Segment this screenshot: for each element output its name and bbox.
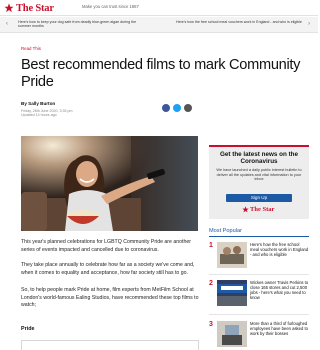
most-popular-item[interactable]: 2 Wickes owner Travis Perkins to close 1… <box>209 278 309 312</box>
article-dates: Friday, 26th June 2020, 3:35 pm Updated … <box>21 109 72 118</box>
article-paragraph: They take place annually to celebrate ho… <box>21 262 195 276</box>
thumbnail-image <box>217 321 247 347</box>
article-paragraph: This year's planned celebrations for LGB… <box>21 239 191 253</box>
article-paragraph: So, to help people mark Pride at home, f… <box>21 287 199 308</box>
newsletter-signup-box: Get the latest news on the Coronavirus W… <box>209 145 309 219</box>
twitter-icon[interactable] <box>173 104 181 112</box>
star-icon <box>4 3 14 13</box>
author-byline[interactable]: By Sally Burton <box>21 101 55 106</box>
article-headline: Best recommended films to mark Community… <box>21 57 301 90</box>
section-subheading: Pride <box>21 326 35 332</box>
rank-number: 1 <box>209 242 213 249</box>
sign-up-button[interactable]: Sign Up <box>226 194 292 202</box>
site-tagline: Make you can trust since 1887 <box>82 4 139 9</box>
site-header: The Star Make you can trust since 1887 <box>0 0 318 16</box>
updated-date: Updated 14 hours ago <box>21 113 57 118</box>
breadcrumb[interactable]: Read This <box>21 46 41 51</box>
divider <box>209 236 309 237</box>
thumbnail-image <box>217 280 247 306</box>
most-popular-link[interactable]: More than a third of furloughed employee… <box>250 321 309 336</box>
most-popular-link[interactable]: Wickes owner Travis Perkins to close 165… <box>250 280 309 300</box>
logo-text: The Star <box>16 2 54 14</box>
chevron-right-icon[interactable]: › <box>308 21 310 27</box>
most-popular-link[interactable]: Here's how the free school meal vouchers… <box>250 242 309 257</box>
most-popular-heading: Most Popular <box>209 228 242 234</box>
thumbnail-image <box>217 242 247 268</box>
star-icon <box>242 206 249 213</box>
email-icon[interactable] <box>184 104 192 112</box>
newsletter-description: We have launched a daily public interest… <box>216 168 302 182</box>
article-hero-image <box>21 136 198 231</box>
rank-number: 2 <box>209 280 213 287</box>
divider <box>209 274 309 275</box>
chevron-left-icon[interactable]: ‹ <box>6 21 8 27</box>
ticker-item[interactable]: Here's how the free school meal vouchers… <box>176 20 302 24</box>
news-ticker: ‹ Here's how to keep your dog safe from … <box>0 17 318 33</box>
video-embed[interactable] <box>21 340 199 350</box>
ticker-item[interactable]: Here's how to keep your dog safe from de… <box>18 20 140 29</box>
newsletter-title: Get the latest news on the Coronavirus <box>219 151 299 165</box>
divider <box>209 314 309 315</box>
most-popular-item[interactable]: 1 Here's how the free school meal vouche… <box>209 240 309 274</box>
site-logo[interactable]: The Star <box>4 2 54 14</box>
logo-text: The Star <box>250 206 275 213</box>
facebook-icon[interactable] <box>162 104 170 112</box>
most-popular-item[interactable]: 3 More than a third of furloughed employ… <box>209 319 309 350</box>
woman-with-remote-photo <box>21 136 198 231</box>
newsletter-logo: The Star <box>242 206 274 213</box>
rank-number: 3 <box>209 321 213 328</box>
